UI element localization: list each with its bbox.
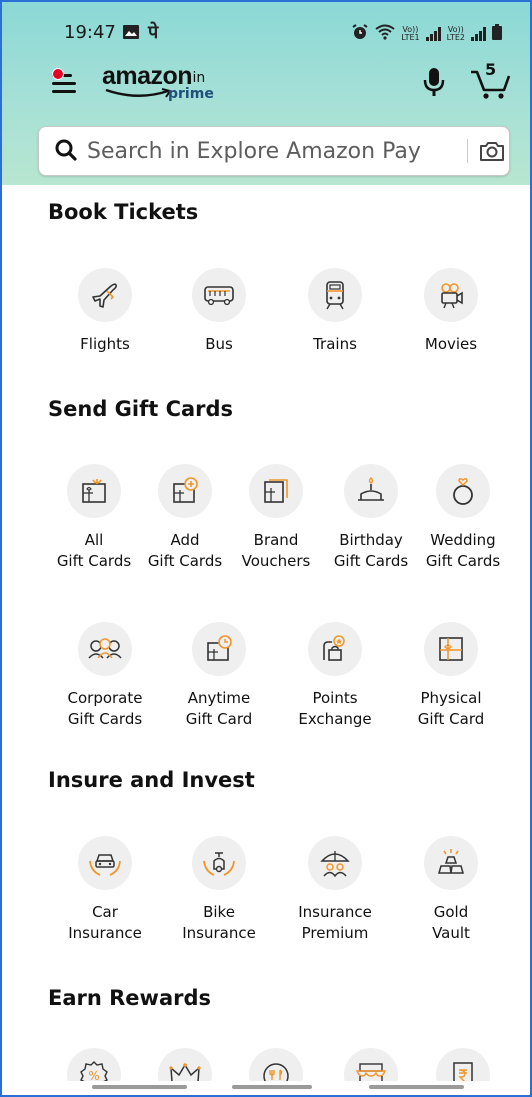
app-screen: 19:47 पे Vo)) LTE1 Vo)) LTE2 amazon .in … bbox=[0, 0, 532, 1097]
carrier-glyph: पे bbox=[148, 22, 159, 43]
alarm-icon bbox=[351, 24, 369, 44]
nav-handle-left[interactable] bbox=[92, 1085, 187, 1089]
hamburger-menu-icon[interactable] bbox=[52, 68, 76, 94]
birthday-cake-icon bbox=[344, 464, 398, 518]
status-icons: Vo)) LTE1 Vo)) LTE2 bbox=[351, 24, 502, 44]
wedding-ring-icon bbox=[436, 464, 490, 518]
search-input[interactable] bbox=[85, 135, 449, 167]
signal-2-icon bbox=[471, 27, 486, 41]
lte2-indicator: Vo)) LTE2 bbox=[446, 25, 465, 42]
tile-flights[interactable]: Flights bbox=[46, 268, 164, 355]
movie-camera-icon bbox=[424, 268, 478, 322]
search-divider bbox=[467, 139, 468, 163]
status-time: 19:47 bbox=[64, 22, 116, 43]
plane-icon bbox=[78, 268, 132, 322]
notification-dot bbox=[52, 68, 64, 80]
section-title-insure-invest: Insure and Invest bbox=[48, 768, 255, 792]
tile-physical-gift-card[interactable]: Physical Gift Card bbox=[392, 622, 510, 730]
cart-icon[interactable]: 5 bbox=[468, 60, 512, 100]
battery-icon bbox=[492, 24, 502, 44]
train-icon bbox=[308, 268, 362, 322]
umbrella-family-icon bbox=[308, 836, 362, 890]
amazon-prime-logo[interactable]: amazon .in prime bbox=[102, 62, 214, 108]
section-title-send-gift-cards: Send Gift Cards bbox=[48, 397, 234, 421]
section-title-book-tickets: Book Tickets bbox=[48, 200, 199, 224]
bike-insurance-icon bbox=[192, 836, 246, 890]
status-bar: 19:47 पे Vo)) LTE1 Vo)) LTE2 bbox=[2, 20, 530, 50]
anytime-gift-card-icon bbox=[192, 622, 246, 676]
nav-handle-right[interactable] bbox=[369, 1085, 464, 1089]
lte1-indicator: Vo)) LTE1 bbox=[401, 25, 420, 42]
tile-points-exchange[interactable]: Points Exchange bbox=[276, 622, 394, 730]
tile-anytime-gift-card[interactable]: Anytime Gift Card bbox=[160, 622, 278, 730]
signal-1-icon bbox=[425, 27, 441, 41]
points-exchange-icon bbox=[308, 622, 362, 676]
car-insurance-icon bbox=[78, 836, 132, 890]
logo-smile-icon bbox=[105, 88, 172, 98]
gallery-icon bbox=[122, 24, 140, 42]
tile-wedding-gift-cards[interactable]: Wedding Gift Cards bbox=[404, 464, 522, 572]
microphone-icon[interactable] bbox=[420, 66, 448, 98]
tile-corporate-gift-cards[interactable]: Corporate Gift Cards bbox=[46, 622, 164, 730]
tile-car-insurance[interactable]: Car Insurance bbox=[46, 836, 164, 944]
gold-bars-icon bbox=[424, 836, 478, 890]
search-icon[interactable] bbox=[55, 139, 77, 165]
add-gift-card-icon bbox=[158, 464, 212, 518]
search-bar[interactable] bbox=[38, 126, 510, 176]
bus-icon bbox=[192, 268, 246, 322]
section-title-earn-rewards: Earn Rewards bbox=[48, 986, 212, 1010]
cart-count: 5 bbox=[485, 60, 497, 79]
top-header: 19:47 पे Vo)) LTE1 Vo)) LTE2 amazon .in … bbox=[2, 2, 530, 185]
nav-handle-center[interactable] bbox=[232, 1085, 312, 1089]
wifi-icon bbox=[375, 24, 395, 44]
gesture-nav-bar bbox=[2, 1081, 530, 1095]
tile-movies[interactable]: Movies bbox=[392, 268, 510, 355]
tile-insurance-premium[interactable]: Insurance Premium bbox=[276, 836, 394, 944]
corporate-people-icon bbox=[78, 622, 132, 676]
brand-voucher-icon bbox=[249, 464, 303, 518]
camera-icon[interactable] bbox=[479, 139, 505, 167]
tile-bus[interactable]: Bus bbox=[160, 268, 278, 355]
tile-trains[interactable]: Trains bbox=[276, 268, 394, 355]
gift-card-icon bbox=[67, 464, 121, 518]
tile-bike-insurance[interactable]: Bike Insurance bbox=[160, 836, 278, 944]
physical-gift-card-icon bbox=[424, 622, 478, 676]
tile-gold-vault[interactable]: Gold Vault bbox=[392, 836, 510, 944]
